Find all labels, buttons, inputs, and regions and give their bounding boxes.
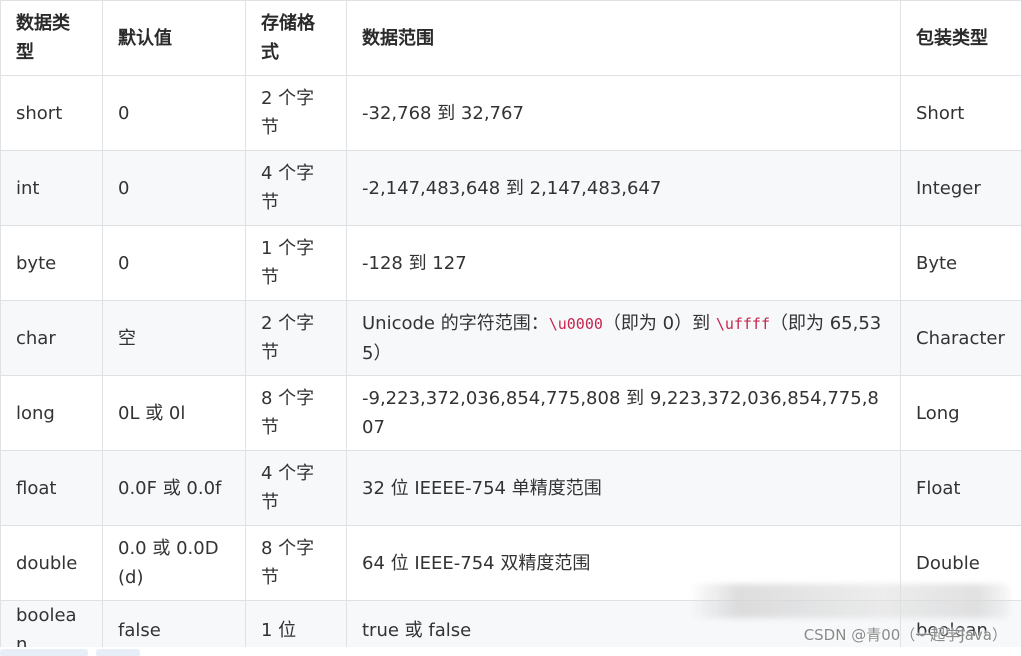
blurred-watermark-overlay (690, 584, 1010, 618)
cell-type: byte (0, 225, 103, 301)
cell-wrapper: Long (900, 375, 1021, 451)
cell-wrapper: Integer (900, 150, 1021, 226)
cell-type: float (0, 450, 103, 526)
cell-size: 2 个字节 (245, 75, 347, 151)
cell-size: 4 个字节 (245, 150, 347, 226)
header-data-type: 数据类型 (0, 0, 103, 76)
header-data-range: 数据范围 (346, 0, 901, 76)
cell-default: 0.0 或 0.0D(d) (102, 525, 246, 601)
cell-default: 0 (102, 225, 246, 301)
csdn-watermark: CSDN @青00（一起学Java） (803, 626, 1007, 644)
cell-default: 0 (102, 150, 246, 226)
cell-default: 0 (102, 75, 246, 151)
cell-wrapper: Short (900, 75, 1021, 151)
page: 数据类型 默认值 存储格式 数据范围 包装类型 short 0 2 个字节 -3… (0, 0, 1021, 656)
cell-type: char (0, 300, 103, 376)
table-row: int 0 4 个字节 -2,147,483,648 到 2,147,483,6… (0, 150, 1021, 226)
cell-wrapper: Character (900, 300, 1021, 376)
cell-default: 空 (102, 300, 246, 376)
header-storage-format: 存储格式 (245, 0, 347, 76)
cell-size: 1 个字节 (245, 225, 347, 301)
table-row: short 0 2 个字节 -32,768 到 32,767 Short (0, 75, 1021, 151)
range-text-mid: （即为 0）到 (602, 312, 716, 334)
table-row: long 0L 或 0l 8 个字节 -9,223,372,036,854,77… (0, 375, 1021, 451)
header-wrapper-type: 包装类型 (900, 0, 1021, 76)
data-types-table: 数据类型 默认值 存储格式 数据范围 包装类型 short 0 2 个字节 -3… (0, 0, 1021, 656)
table-row: char 空 2 个字节 Unicode 的字符范围：\u0000（即为 0）到… (0, 300, 1021, 376)
cell-default: 0.0F 或 0.0f (102, 450, 246, 526)
cell-range: -2,147,483,648 到 2,147,483,647 (346, 150, 901, 226)
cell-size: 8 个字节 (245, 375, 347, 451)
table-row: float 0.0F 或 0.0f 4 个字节 32 位 IEEEE-754 单… (0, 450, 1021, 526)
cell-range: -9,223,372,036,854,775,808 到 9,223,372,0… (346, 375, 901, 451)
cell-default: 0L 或 0l (102, 375, 246, 451)
footer-strip (0, 647, 1021, 656)
cell-wrapper: Byte (900, 225, 1021, 301)
cell-size: 4 个字节 (245, 450, 347, 526)
cell-range: -32,768 到 32,767 (346, 75, 901, 151)
table-row: byte 0 1 个字节 -128 到 127 Byte (0, 225, 1021, 301)
cell-range: -128 到 127 (346, 225, 901, 301)
cell-range: Unicode 的字符范围：\u0000（即为 0）到 \uffff（即为 65… (346, 300, 901, 376)
footer-tab[interactable] (0, 649, 88, 656)
cell-type: short (0, 75, 103, 151)
header-default-value: 默认值 (102, 0, 246, 76)
range-text-prefix: Unicode 的字符范围： (362, 312, 549, 334)
cell-type: int (0, 150, 103, 226)
cell-type: double (0, 525, 103, 601)
cell-range: 32 位 IEEEE-754 单精度范围 (346, 450, 901, 526)
inline-code-start: \u0000 (548, 314, 603, 333)
cell-type: long (0, 375, 103, 451)
inline-code-end: \uffff (715, 314, 770, 333)
cell-size: 8 个字节 (245, 525, 347, 601)
table-header-row: 数据类型 默认值 存储格式 数据范围 包装类型 (0, 0, 1021, 76)
footer-tab[interactable] (96, 649, 140, 656)
cell-size: 2 个字节 (245, 300, 347, 376)
cell-wrapper: Float (900, 450, 1021, 526)
